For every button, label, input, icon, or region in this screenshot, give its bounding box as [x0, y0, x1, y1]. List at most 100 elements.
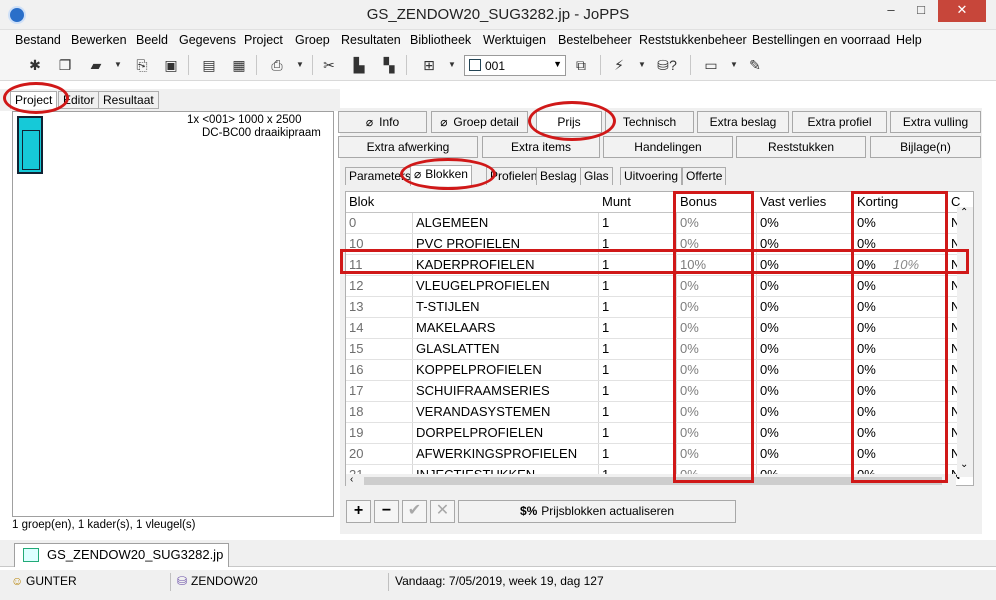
cell-vast-verlies[interactable]: 0%	[757, 213, 854, 234]
cell-vast-verlies[interactable]: 0%	[757, 444, 854, 465]
subtab-glas[interactable]: Glas	[580, 167, 613, 185]
cell-munt[interactable]: 1	[599, 318, 677, 339]
cell-munt[interactable]: 1	[599, 423, 677, 444]
cell-munt[interactable]: 1	[599, 297, 677, 318]
reststukken-button[interactable]: Reststukken	[736, 136, 866, 158]
new-file-icon[interactable]: ✱	[24, 54, 46, 76]
table-icon[interactable]: ▦	[228, 54, 250, 76]
header-vast-verlies[interactable]: Vast verlies	[757, 192, 854, 213]
bijlagen-button[interactable]: Bijlage(n)	[870, 136, 981, 158]
prijsblokken-actualiseren-button[interactable]: $% Prijsblokken actualiseren	[458, 500, 736, 523]
lightning-icon[interactable]: ⚡	[608, 54, 630, 76]
menu-bewerken[interactable]: Bewerken	[71, 33, 127, 47]
extra-profiel-button[interactable]: Extra profiel	[792, 111, 887, 133]
cell-blok[interactable]: 15	[346, 339, 413, 360]
cell-name[interactable]: SCHUIFRAAMSERIES	[413, 381, 599, 402]
maximize-button[interactable]: □	[906, 0, 936, 22]
subtab-uitvoering[interactable]: Uitvoering	[620, 167, 683, 185]
handelingen-button[interactable]: Handelingen	[603, 136, 733, 158]
cell-vast-verlies[interactable]: 0%	[757, 339, 854, 360]
cell-munt[interactable]: 1	[599, 213, 677, 234]
menu-project[interactable]: Project	[244, 33, 283, 47]
menu-bestand[interactable]: Bestand	[15, 33, 61, 47]
lightning-dropdown-icon[interactable]: ▼	[638, 55, 646, 75]
cell-name[interactable]: VLEUGELPROFIELEN	[413, 276, 599, 297]
import-icon[interactable]: ⎘	[131, 54, 153, 76]
close-button[interactable]: ✕	[938, 0, 986, 22]
menu-bibliotheek[interactable]: Bibliotheek	[410, 33, 471, 47]
cell-vast-verlies[interactable]: 0%	[757, 297, 854, 318]
extra-afwerking-button[interactable]: Extra afwerking	[338, 136, 478, 158]
cell-munt[interactable]: 1	[599, 381, 677, 402]
layer-select[interactable]: 001 ▼	[464, 55, 566, 76]
help-query-icon[interactable]: ?	[662, 54, 684, 76]
cell-munt[interactable]: 1	[599, 276, 677, 297]
cell-vast-verlies[interactable]: 0%	[757, 360, 854, 381]
extra-beslag-button[interactable]: Extra beslag	[697, 111, 789, 133]
cell-name[interactable]: AFWERKINGSPROFIELEN	[413, 444, 599, 465]
printer-icon[interactable]: ⎙	[266, 54, 288, 76]
cell-munt[interactable]: 1	[599, 444, 677, 465]
subtab-beslag[interactable]: Beslag	[536, 167, 581, 185]
cell-blok[interactable]: 17	[346, 381, 413, 402]
cell-vast-verlies[interactable]: 0%	[757, 423, 854, 444]
remove-button[interactable]: −	[374, 500, 399, 523]
magic-wand-icon[interactable]: ✎	[744, 54, 766, 76]
menu-groep[interactable]: Groep	[295, 33, 330, 47]
menu-bestelbeheer[interactable]: Bestelbeheer	[558, 33, 632, 47]
cell-munt[interactable]: 1	[599, 402, 677, 423]
calendar-dropdown-icon[interactable]: ▼	[730, 55, 738, 75]
header-munt[interactable]: Munt	[599, 192, 677, 213]
cell-blok[interactable]: 13	[346, 297, 413, 318]
cancel-button[interactable]: ✕	[430, 500, 455, 523]
scroll-down-icon[interactable]: ⌄	[960, 459, 968, 470]
menu-bestellingen-voorraad[interactable]: Bestellingen en voorraad	[752, 33, 890, 47]
calendar-icon[interactable]: ▭	[700, 54, 722, 76]
open-folder-icon[interactable]: ▰	[85, 54, 107, 76]
cell-vast-verlies[interactable]: 0%	[757, 402, 854, 423]
cell-blok[interactable]: 14	[346, 318, 413, 339]
extra-vulling-button[interactable]: Extra vulling	[890, 111, 981, 133]
minimize-button[interactable]: –	[876, 0, 906, 22]
window-thumbnail[interactable]	[17, 116, 43, 174]
paste-icon[interactable]: ▙	[348, 54, 370, 76]
cell-name[interactable]: T-STIJLEN	[413, 297, 599, 318]
cut-icon[interactable]: ✂	[318, 54, 340, 76]
open-dropdown-icon[interactable]: ▼	[114, 55, 122, 75]
cell-vast-verlies[interactable]: 0%	[757, 276, 854, 297]
save-icon[interactable]: ▣	[160, 54, 182, 76]
cell-name[interactable]: VERANDASYSTEMEN	[413, 402, 599, 423]
cell-name[interactable]: GLASLATTEN	[413, 339, 599, 360]
cell-blok[interactable]: 16	[346, 360, 413, 381]
cell-name[interactable]: DORPELPROFIELEN	[413, 423, 599, 444]
header-name[interactable]	[413, 192, 599, 213]
cell-munt[interactable]: 1	[599, 360, 677, 381]
cell-blok[interactable]: 18	[346, 402, 413, 423]
cell-vast-verlies[interactable]: 0%	[757, 318, 854, 339]
menu-beeld[interactable]: Beeld	[136, 33, 168, 47]
groep-detail-button[interactable]: ⌀ Groep detail	[431, 111, 528, 133]
menu-gegevens[interactable]: Gegevens	[179, 33, 236, 47]
select-dropdown-icon[interactable]: ▼	[448, 55, 456, 75]
header-blok[interactable]: Blok	[346, 192, 413, 213]
scroll-left-icon[interactable]: ‹	[350, 474, 353, 485]
menu-werktuigen[interactable]: Werktuigen	[483, 33, 546, 47]
tab-resultaat[interactable]: Resultaat	[98, 91, 159, 109]
cell-vast-verlies[interactable]: 0%	[757, 381, 854, 402]
print-dropdown-icon[interactable]: ▼	[296, 55, 304, 75]
cell-blok[interactable]: 12	[346, 276, 413, 297]
paste-special-icon[interactable]: ▚	[378, 54, 400, 76]
cell-blok[interactable]: 0	[346, 213, 413, 234]
info-button[interactable]: ⌀ Info	[338, 111, 427, 133]
print-preview-icon[interactable]: ▤	[198, 54, 220, 76]
menu-reststukkenbeheer[interactable]: Reststukkenbeheer	[639, 33, 747, 47]
menu-help[interactable]: Help	[896, 33, 922, 47]
technisch-button[interactable]: Technisch	[605, 111, 694, 133]
cell-blok[interactable]: 19	[346, 423, 413, 444]
add-button[interactable]: +	[346, 500, 371, 523]
cell-name[interactable]: ALGEMEEN	[413, 213, 599, 234]
document-tab[interactable]: GS_ZENDOW20_SUG3282.jp	[14, 543, 229, 567]
copy-file-icon[interactable]: ❐	[54, 54, 76, 76]
vertical-scrollbar[interactable]: ⌃ ⌄	[957, 207, 973, 477]
cell-munt[interactable]: 1	[599, 339, 677, 360]
